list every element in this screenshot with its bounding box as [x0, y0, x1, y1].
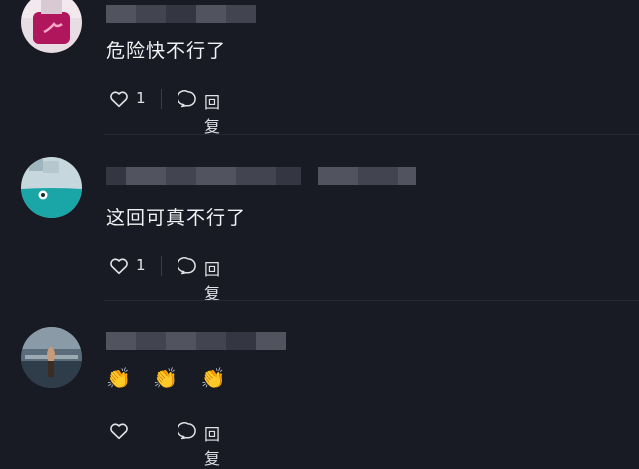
comment-item: 这回可真不行了 1 回复 — [0, 140, 639, 303]
comment-text: 危险快不行了 — [106, 40, 227, 62]
heart-icon[interactable] — [108, 420, 130, 442]
pink-avatar-icon — [21, 0, 82, 53]
avatar[interactable] — [21, 327, 82, 388]
username-redacted[interactable] — [106, 332, 286, 350]
comment-text: 这回可真不行了 — [106, 207, 247, 229]
reply-button[interactable]: 回复 — [204, 256, 220, 304]
reply-bubble-icon[interactable] — [178, 256, 198, 276]
comment-text: 👏 👏 👏 — [106, 366, 234, 390]
reply-button[interactable]: 回复 — [204, 89, 220, 137]
username-redacted[interactable] — [106, 5, 256, 23]
divider — [161, 89, 162, 109]
comment-separator — [104, 134, 639, 135]
comment-item: 危险快不行了 1 回复 — [0, 0, 639, 140]
reply-bubble-icon[interactable] — [178, 421, 198, 441]
beach-photo-avatar-icon — [21, 327, 82, 388]
reply-button[interactable]: 回复 — [204, 421, 220, 469]
avatar[interactable] — [21, 0, 82, 53]
heart-icon[interactable] — [108, 255, 130, 277]
like-count: 1 — [136, 256, 146, 274]
reply-bubble-icon[interactable] — [178, 89, 198, 109]
comment-item: 👏 👏 👏 回复 — [0, 300, 639, 468]
username-redacted[interactable] — [106, 167, 416, 185]
divider — [161, 256, 162, 276]
teal-eye-avatar-icon — [21, 157, 82, 218]
avatar[interactable] — [21, 157, 82, 218]
heart-icon[interactable] — [108, 88, 130, 110]
like-count: 1 — [136, 89, 146, 107]
